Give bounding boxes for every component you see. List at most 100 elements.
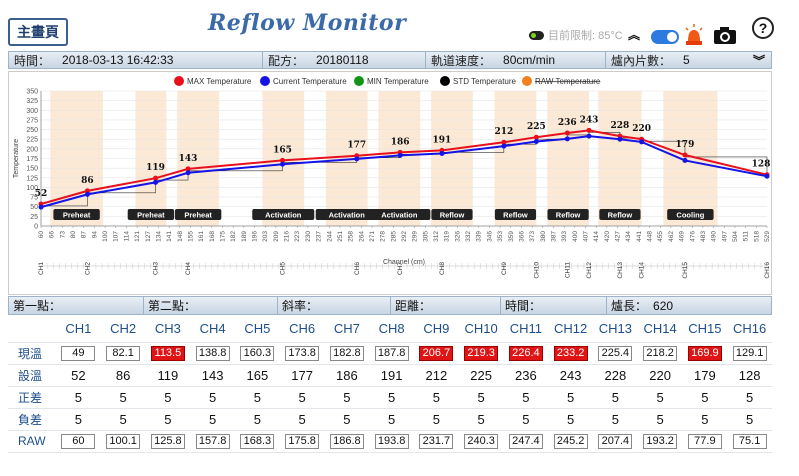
col-header-ch2: CH2 bbox=[100, 316, 146, 343]
chevron-double-down-icon[interactable]: ︾ bbox=[753, 52, 765, 69]
table-cell: 5 bbox=[324, 408, 370, 431]
help-icon[interactable]: ? bbox=[752, 17, 774, 39]
zone-label: Cooling bbox=[676, 211, 704, 220]
legend-marker bbox=[522, 76, 532, 86]
recipe-field: 配方： 20180118 bbox=[263, 52, 426, 68]
col-header-ch8: CH8 bbox=[369, 316, 414, 343]
table-cell: 60 bbox=[56, 430, 101, 453]
x-tick-label: 299 bbox=[412, 231, 419, 242]
value-box: 245.2 bbox=[553, 434, 588, 449]
point1-field: 第一點： bbox=[9, 297, 144, 314]
table-cell: 5 bbox=[100, 386, 146, 409]
table-cell: 5 bbox=[145, 386, 191, 409]
value-box: 186.8 bbox=[329, 434, 364, 449]
value-box: 169.9 bbox=[687, 346, 722, 361]
y-tick-label: 250 bbox=[26, 127, 38, 134]
x-tick-label: 326 bbox=[454, 231, 461, 242]
zone-label: Reflow bbox=[503, 211, 528, 220]
table-row: 現溫 49 82.1 113.5 138.8 160.3 173.8 182.8 187.8 20… bbox=[8, 342, 772, 365]
channel-marker-label: CH6 bbox=[354, 262, 361, 275]
value-box: 187.8 bbox=[374, 346, 409, 361]
table-cell: 5 bbox=[593, 408, 638, 431]
col-header-ch3: CH3 bbox=[145, 316, 191, 343]
col-header-ch9: CH9 bbox=[414, 316, 459, 343]
table-cell: 5 bbox=[56, 386, 101, 409]
home-button[interactable]: 主畫頁 bbox=[8, 18, 68, 46]
temperature-chart: MAX Temperature Current Temperature MIN Te… bbox=[8, 71, 772, 295]
x-tick-label: 292 bbox=[401, 231, 408, 242]
col-header-ch11: CH11 bbox=[503, 316, 549, 343]
legend-label: MAX Temperature bbox=[187, 77, 252, 86]
table-cell: 5 bbox=[56, 408, 101, 431]
legend-label: STD Temperature bbox=[453, 77, 517, 86]
table-row: 設溫 52 86 119 143 165 177 186 191 212 225 236 243 228 2… bbox=[8, 364, 772, 387]
y-tick-label: 325 bbox=[26, 98, 38, 105]
table-cell: 5 bbox=[145, 408, 191, 431]
y-tick-label: 150 bbox=[26, 166, 38, 173]
value-box: 240.3 bbox=[464, 434, 499, 449]
limit-toggle-icon bbox=[529, 30, 544, 40]
series-point bbox=[564, 136, 570, 142]
table-cell: 240.3 bbox=[458, 430, 504, 453]
value-box: 173.8 bbox=[285, 346, 320, 361]
channel-marker-label: CH13 bbox=[617, 262, 624, 279]
table-cell: 191 bbox=[369, 364, 414, 387]
table-cell: 5 bbox=[190, 386, 235, 409]
table-cell: 5 bbox=[682, 386, 728, 409]
legend-label: Current Temperature bbox=[273, 77, 347, 86]
value-box: 225.4 bbox=[598, 346, 633, 361]
channel-table: CH1 CH2 CH3 CH4 CH5 CH6 CH7 CH8 CH9 CH10 CH11 CH12 C… bbox=[8, 316, 772, 453]
table-cell: 100.1 bbox=[100, 430, 146, 453]
col-header-ch10: CH10 bbox=[458, 316, 504, 343]
speed-label: 軌道速度： bbox=[431, 53, 492, 68]
table-cell: 225 bbox=[458, 364, 504, 387]
x-tick-label: 455 bbox=[657, 231, 664, 242]
col-header-ch13: CH13 bbox=[593, 316, 638, 343]
setpoint-label: 225 bbox=[527, 122, 546, 132]
zone-label: Activation bbox=[329, 211, 366, 220]
table-cell: 5 bbox=[324, 386, 370, 409]
toggle-switch[interactable] bbox=[651, 30, 679, 44]
alarm-light-icon[interactable] bbox=[684, 24, 704, 46]
row-label: 負差 bbox=[8, 408, 56, 431]
row-label: 設溫 bbox=[8, 364, 56, 387]
x-tick-label: 223 bbox=[294, 231, 301, 242]
pieces-value: 5 bbox=[683, 53, 690, 67]
table-cell: 5 bbox=[503, 386, 549, 409]
legend-marker bbox=[260, 76, 270, 86]
point2-field: 第二點： bbox=[144, 297, 278, 314]
channel-marker-label: CH8 bbox=[439, 262, 446, 275]
table-cell: 5 bbox=[458, 386, 504, 409]
x-tick-label: 278 bbox=[380, 231, 387, 242]
x-tick-label: 237 bbox=[316, 231, 323, 242]
channel-marker-label: CH3 bbox=[153, 262, 160, 275]
x-tick-label: 393 bbox=[561, 231, 568, 242]
x-tick-label: 483 bbox=[700, 231, 707, 242]
value-box: 193.8 bbox=[374, 434, 409, 449]
zone-label: Activation bbox=[381, 211, 418, 220]
x-tick-label: 529 bbox=[764, 231, 771, 242]
table-cell: 206.7 bbox=[414, 342, 459, 365]
channel-marker-label: CH10 bbox=[533, 262, 540, 279]
table-cell: 5 bbox=[682, 408, 728, 431]
x-tick-label: 353 bbox=[497, 231, 504, 242]
duration-field: 時間： bbox=[501, 297, 607, 314]
camera-icon[interactable] bbox=[714, 26, 736, 44]
table-cell: 77.9 bbox=[682, 430, 728, 453]
y-tick-label: 300 bbox=[26, 108, 38, 115]
series-point bbox=[586, 133, 592, 139]
value-box: 113.5 bbox=[150, 346, 185, 361]
value-box: 100.1 bbox=[106, 434, 141, 449]
x-tick-label: 271 bbox=[369, 231, 376, 242]
chevron-up-icon[interactable]: ︽ bbox=[628, 26, 640, 43]
value-box: 129.1 bbox=[732, 346, 767, 361]
y-tick-label: 50 bbox=[30, 204, 38, 211]
oven-length-value: 620 bbox=[653, 298, 674, 313]
table-cell: 173.8 bbox=[279, 342, 325, 365]
info-bar: 時間： 2018-03-13 16:42:33 配方： 20180118 軌道速… bbox=[8, 51, 772, 69]
series-point bbox=[682, 152, 688, 158]
channel-marker-label: CH15 bbox=[682, 262, 689, 279]
x-tick-label: 161 bbox=[198, 231, 205, 242]
value-box: 247.4 bbox=[508, 434, 543, 449]
table-cell: 5 bbox=[190, 408, 235, 431]
